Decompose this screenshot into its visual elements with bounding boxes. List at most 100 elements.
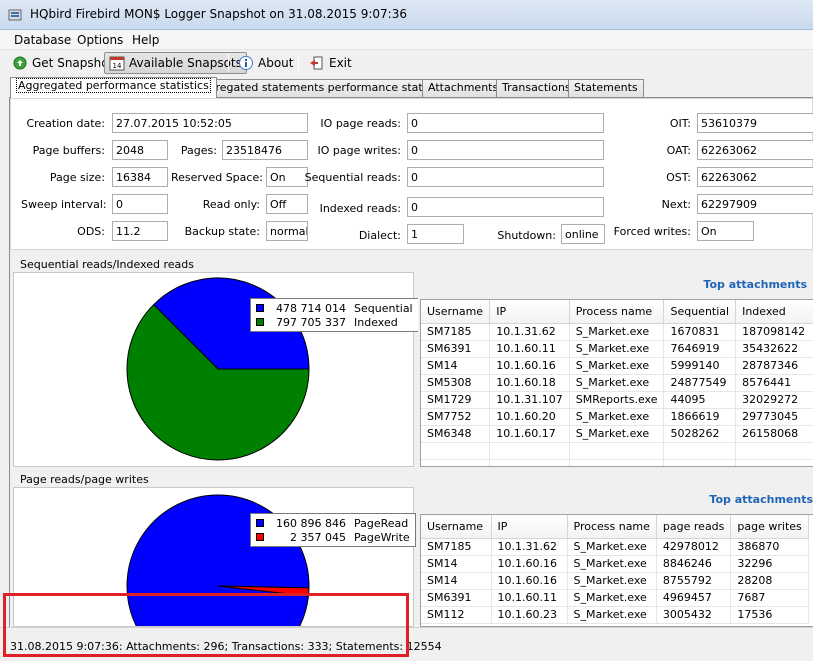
table-cell: 35432622 (735, 340, 813, 358)
database-icon (8, 9, 22, 21)
io-page-reads-label: IO page reads: (320, 117, 401, 130)
menu-options[interactable]: Options (77, 33, 123, 47)
table-row[interactable]: SM14 10.1.60.16 S_Market.exe 5999140 2878734… (421, 357, 813, 375)
table-cell: 187098142 (735, 323, 813, 341)
creation-date-field[interactable]: 27.07.2015 10:52:05 (112, 113, 308, 133)
menu-help[interactable]: Help (132, 33, 159, 47)
ost-field[interactable]: 62263062 (697, 167, 813, 187)
table-cell: 7646919 (663, 340, 737, 358)
indexed-reads-field[interactable]: 0 (407, 197, 604, 217)
table-cell: 28208 (730, 572, 809, 590)
table-cell: 10.1.60.16 (491, 572, 568, 590)
table-cell: SM6391 (421, 589, 492, 607)
dialect-field[interactable]: 1 (407, 224, 464, 244)
table-cell: 8755792 (656, 572, 732, 590)
tab-attachments[interactable]: Attachments (422, 79, 505, 97)
backup-state-field[interactable]: normal (266, 221, 308, 241)
page-buffers-field[interactable]: 2048 (112, 140, 168, 160)
empty-row (421, 459, 813, 466)
top-attachments-grid-2[interactable]: Username IP Process name page reads page… (420, 514, 813, 627)
forced-writes-label: Forced writes: (613, 225, 691, 238)
col-sequential[interactable]: Sequential (663, 300, 737, 324)
table-cell: S_Market.exe (567, 572, 657, 590)
exit-button[interactable]: Exit (305, 52, 356, 74)
ods-field[interactable]: 11.2 (112, 221, 168, 241)
grid2-header: Username IP Process name page reads page… (421, 515, 809, 539)
section1-title: Sequential reads/Indexed reads (20, 258, 195, 271)
table-cell: S_Market.exe (569, 357, 665, 375)
table-cell: 17536 (730, 606, 809, 624)
io-page-reads-field[interactable]: 0 (407, 113, 604, 133)
table-row[interactable]: SM1729 10.1.31.107 SMReports.exe 44095 32029… (421, 391, 813, 409)
tab-statements[interactable]: Statements (568, 79, 644, 97)
table-cell: 5028262 (663, 425, 737, 443)
shutdown-field[interactable]: online (561, 224, 605, 244)
io-page-writes-field[interactable]: 0 (407, 140, 604, 160)
table-cell: S_Market.exe (569, 425, 665, 443)
oit-field[interactable]: 53610379 (697, 113, 813, 133)
tab-transactions[interactable]: Transactions (496, 79, 577, 97)
page-size-label: Page size: (49, 171, 105, 184)
table-row[interactable]: SM6391 10.1.60.11 S_Market.exe 4969457 7687 (421, 589, 809, 607)
creation-date-label: Creation date: (26, 117, 105, 130)
table-cell: 10.1.31.62 (491, 538, 568, 556)
forced-writes-field[interactable]: On (697, 221, 754, 241)
next-field[interactable]: 62297909 (697, 194, 813, 214)
table-cell: 10.1.60.18 (489, 374, 570, 392)
table-cell: 5999140 (663, 357, 737, 375)
table-cell: S_Market.exe (567, 538, 657, 556)
window-title: HQbird Firebird MON$ Logger Snapshot on … (30, 7, 407, 21)
info-icon (239, 56, 253, 70)
col-page-reads[interactable]: page reads (656, 515, 732, 539)
col-process-name[interactable]: Process name (569, 300, 665, 324)
table-row[interactable]: SM112 10.1.60.23 S_Market.exe 3005432 17536 (421, 606, 809, 624)
table-cell: S_Market.exe (569, 340, 665, 358)
table-cell: 10.1.60.11 (491, 589, 568, 607)
table-row[interactable]: SM7185 10.1.31.62 S_Market.exe 42978012 3868… (421, 538, 809, 556)
read-only-field[interactable]: Off (266, 194, 308, 214)
col-username[interactable]: Username (421, 300, 491, 324)
oat-field[interactable]: 62263062 (697, 140, 813, 160)
col-username[interactable]: Username (421, 515, 492, 539)
table-cell: S_Market.exe (567, 555, 657, 573)
table-cell: 32296 (730, 555, 809, 573)
tab-aggregated-performance[interactable]: Aggregated performance statistics (10, 77, 217, 98)
col-ip[interactable]: IP (489, 300, 570, 324)
page-size-field[interactable]: 16384 (112, 167, 168, 187)
table-row[interactable]: SM14 10.1.60.16 S_Market.exe 8755792 28208 (421, 572, 809, 590)
table-row[interactable]: SM6348 10.1.60.17 S_Market.exe 5028262 26158… (421, 425, 813, 443)
tab-aggregated-statements[interactable]: Aggregated statements performance statis… (188, 79, 457, 97)
table-cell: 10.1.60.16 (491, 555, 568, 573)
table-cell: 28787346 (735, 357, 813, 375)
col-indexed[interactable]: Indexed (735, 300, 813, 324)
table-cell: S_Market.exe (569, 323, 665, 341)
chart2-legend: 160 896 846 PageRead 2 357 045 PageWrite (250, 513, 416, 547)
table-cell: 7687 (730, 589, 809, 607)
table-cell: 386870 (730, 538, 809, 556)
table-cell: 29773045 (735, 408, 813, 426)
col-page-writes[interactable]: page writes (730, 515, 809, 539)
available-snapshots-button[interactable]: 14 Available Snapsots (104, 52, 247, 74)
sweep-interval-field[interactable]: 0 (112, 194, 168, 214)
table-cell: SM6348 (421, 425, 491, 443)
top-attachments-grid-1[interactable]: Username IP Process name Sequential Inde… (420, 299, 813, 467)
reserved-space-label: Reserved Space: (171, 171, 263, 184)
col-ip[interactable]: IP (491, 515, 568, 539)
table-row[interactable]: SM14 10.1.60.16 S_Market.exe 8846246 32296 (421, 555, 809, 573)
legend-row-indexed: 797 705 337 Indexed (256, 315, 413, 329)
col-process-name[interactable]: Process name (567, 515, 657, 539)
table-cell: SM14 (421, 357, 491, 375)
table-row[interactable]: SM7752 10.1.60.20 S_Market.exe 1866619 29773… (421, 408, 813, 426)
sequential-reads-field[interactable]: 0 (407, 167, 604, 187)
about-label: About (258, 56, 294, 70)
pages-field[interactable]: 23518476 (222, 140, 308, 160)
table-row[interactable]: SM6391 10.1.60.11 S_Market.exe 7646919 35432… (421, 340, 813, 358)
menu-database[interactable]: Database (14, 33, 71, 47)
table-row[interactable]: SM7185 10.1.31.62 S_Market.exe 1670831 18709… (421, 323, 813, 341)
exit-door-icon (310, 56, 323, 70)
about-button[interactable]: About (234, 52, 297, 74)
legend-row-pageread: 160 896 846 PageRead (256, 516, 410, 530)
ost-label: OST: (666, 171, 691, 184)
table-row[interactable]: SM5308 10.1.60.18 S_Market.exe 24877549 8576… (421, 374, 813, 392)
status-text: 31.08.2015 9:07:36: Attachments: 296; Tr… (10, 640, 442, 653)
